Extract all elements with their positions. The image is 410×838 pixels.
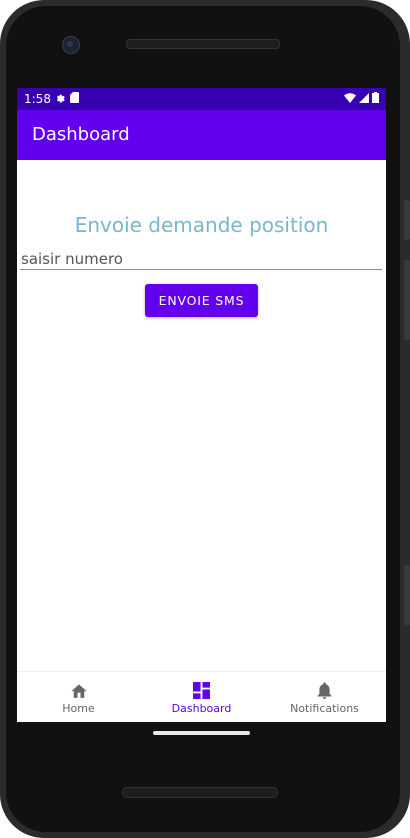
status-time: 1:58 <box>24 92 51 106</box>
status-bar: 1:58 <box>17 88 386 110</box>
gear-icon <box>54 92 65 106</box>
signal-icon <box>359 92 369 106</box>
phone-number-input[interactable] <box>20 248 382 270</box>
bottom-speaker <box>122 787 278 798</box>
phone-frame: 1:58 Dashboard Envoie demande position s… <box>0 0 410 838</box>
bottom-navigation: Home Dashboard Notifications <box>17 671 386 722</box>
home-icon <box>69 680 89 700</box>
nav-label-home: Home <box>62 702 95 715</box>
app-bar-title: Dashboard <box>32 124 130 145</box>
front-camera <box>62 36 80 54</box>
app-bar: Dashboard <box>17 110 386 160</box>
wifi-icon <box>344 92 356 106</box>
dashboard-icon <box>192 680 212 700</box>
page-heading: Envoie demande position <box>74 213 329 237</box>
status-right-icons <box>344 92 379 106</box>
battery-icon <box>372 92 379 106</box>
dashboard-content: Envoie demande position ENVOIE SMS <box>17 160 386 671</box>
nav-label-dashboard: Dashboard <box>171 702 232 715</box>
send-sms-button[interactable]: ENVOIE SMS <box>145 284 258 317</box>
status-left-icons <box>54 92 79 106</box>
nav-item-home[interactable]: Home <box>17 672 140 722</box>
top-speaker <box>126 39 280 49</box>
bell-icon <box>315 680 335 700</box>
volume-up-button <box>404 200 410 240</box>
nav-item-dashboard[interactable]: Dashboard <box>140 672 263 722</box>
app-screen: 1:58 Dashboard Envoie demande position s… <box>17 88 386 722</box>
nav-label-notifications: Notifications <box>290 702 359 715</box>
gesture-handle[interactable] <box>153 731 250 735</box>
power-button <box>404 565 410 625</box>
volume-down-button <box>404 260 410 340</box>
nav-item-notifications[interactable]: Notifications <box>263 672 386 722</box>
sd-card-icon <box>70 92 79 106</box>
